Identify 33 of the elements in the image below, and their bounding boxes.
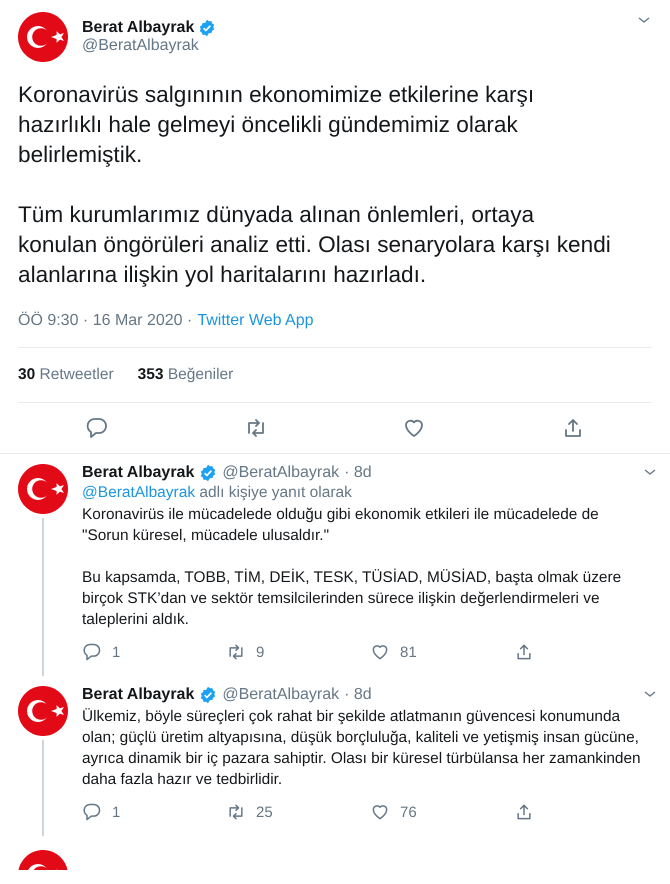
stat-link[interactable]: 353 Beğeniler	[138, 366, 234, 384]
heart-icon[interactable]	[370, 642, 390, 662]
avatar-flag-icon[interactable]	[18, 686, 68, 736]
reply-icon[interactable]	[82, 642, 102, 662]
tweet-text: Koronavirüs salgınının ekonomimize etkilerine karşı hazırlıklı hale gelmeyi öncelikli gündemimiz olarak belirlemiştik.	[18, 81, 536, 169]
action-count: 1	[112, 804, 120, 820]
heart-icon[interactable]	[370, 802, 390, 822]
author-handle[interactable]: @BeratAlbayrak	[222, 686, 340, 704]
action-count: 81	[400, 644, 417, 660]
reply-icon[interactable]	[82, 802, 102, 822]
tweet-text: Koronavirüs ile mücadelede olduğu gibi ekonomik etkileri ile mücadelede de "Sorun küresel, mücadele ulusaldır."	[82, 505, 600, 546]
author-name[interactable]: Berat Albayrak	[82, 464, 194, 482]
author-name[interactable]: Berat Albayrak	[82, 686, 194, 704]
author-handle[interactable]: @BeratAlbayrak	[82, 37, 622, 55]
timestamp[interactable]: ÖÖ 9:30 · 16 Mar 2020 ·	[18, 312, 192, 330]
action-count: 9	[256, 644, 264, 660]
avatar-flag-icon[interactable]	[18, 464, 68, 514]
stat-link[interactable]: 30 Retweetler	[18, 366, 114, 384]
avatar-flag-icon[interactable]	[18, 12, 68, 62]
action-count: 1	[112, 644, 120, 660]
action-count: 76	[400, 804, 417, 820]
action-count: 25	[256, 804, 273, 820]
tweet-text: Ülkemiz, böyle süreçleri çok rahat bir şekilde atlatmanın güvencesi konumunda olan; güçlü üretim altyapısına, düşük borçluluğa, kaliteli ve yetişmiş insan gücüne, ayrıca dinamik bir iç pazara sahiptir. Olası bir küresel türbülansa her zamankinden daha fazla hazır ve tedbirlidir.	[82, 707, 642, 790]
tweet-text: Bu kapsamda, TOBB, TİM, DEİK, TESK, TÜSİAD, MÜSİAD, başta olmak üzere birçok STK’dan ve sektör temsilcilerinden sürece ilişkin değerlendirmeleri ve taleplerini aldık.	[82, 568, 622, 630]
reply-icon[interactable]	[85, 416, 110, 440]
reply-context: @BeratAlbayrak adlı kişiye yanıt olarak	[82, 484, 353, 502]
tweet-time: · 8d	[344, 686, 372, 704]
source-link[interactable]: Twitter Web App	[197, 312, 314, 330]
handle-link[interactable]: @BeratAlbayrak	[82, 484, 196, 501]
author-handle[interactable]: @BeratAlbayrak	[222, 464, 340, 482]
author-name[interactable]: Berat Albayrak	[82, 19, 194, 37]
tweet-text: Tüm kurumlarımız dünyada alınan önlemleri, ortaya konulan öngörüleri analiz etti. Olası senaryolara karşı kendi alanlarına ilişkin yol haritalarını hazırladı.	[18, 201, 612, 289]
tweet-time: · 8d	[344, 464, 372, 482]
